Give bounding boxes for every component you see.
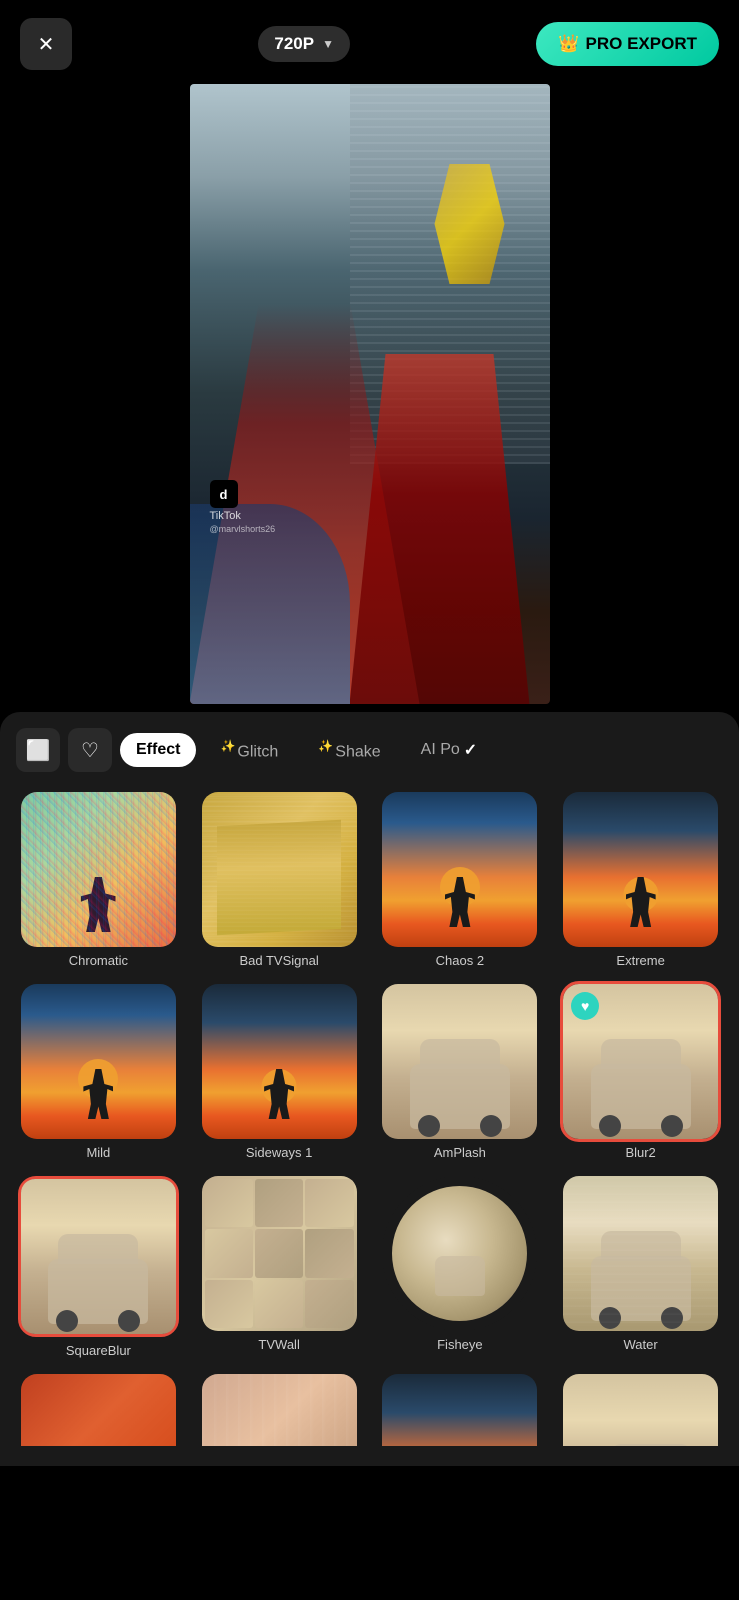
tab-ai-po[interactable]: AI Po ✓ bbox=[405, 732, 494, 768]
effect-partial-2-thumb bbox=[202, 1374, 357, 1446]
effect-chaos2-thumb bbox=[382, 792, 537, 947]
crown-icon: 👑 bbox=[558, 34, 579, 54]
effect-badtvsignal-thumb bbox=[202, 792, 357, 947]
close-icon: ✕ bbox=[38, 32, 55, 57]
pro-export-label: PRO EXPORT bbox=[586, 34, 697, 54]
tab-shake-label: Shake bbox=[335, 743, 380, 760]
effect-chromatic[interactable]: Chromatic bbox=[8, 784, 189, 976]
effect-squareblur-thumb bbox=[21, 1179, 176, 1334]
effect-mild-thumb bbox=[21, 984, 176, 1139]
tiktok-username: @marvlshorts26 bbox=[210, 524, 276, 534]
effects-partial-row bbox=[0, 1366, 739, 1446]
fisheye-lens bbox=[392, 1186, 527, 1321]
effect-extreme-label: Extreme bbox=[616, 953, 664, 968]
effect-sideways1-thumb bbox=[202, 984, 357, 1139]
bottom-panel: ⬜ ♡ Effect ✨Glitch ✨Shake AI Po ✓ Chroma… bbox=[0, 712, 739, 1466]
effect-partial-3-thumb bbox=[382, 1374, 537, 1446]
effect-badtvsignal[interactable]: Bad TVSignal bbox=[189, 784, 370, 976]
effect-fisheye[interactable]: Fisheye bbox=[370, 1168, 551, 1366]
squareblur-van bbox=[48, 1259, 148, 1324]
effect-fisheye-thumb bbox=[382, 1176, 537, 1331]
effect-squareblur[interactable]: SquareBlur bbox=[8, 1168, 189, 1366]
tvwall-grid bbox=[202, 1176, 357, 1331]
tab-effect-label: Effect bbox=[136, 741, 180, 758]
blur2-van-wheel-left bbox=[599, 1115, 621, 1137]
effect-partial-4[interactable] bbox=[550, 1366, 731, 1446]
tiktok-app-name: TikTok bbox=[210, 510, 276, 522]
spiderman-blue-suit bbox=[190, 504, 350, 704]
archive-icon: ⬜ bbox=[26, 738, 51, 763]
amplash-van bbox=[410, 1064, 510, 1129]
effect-extreme[interactable]: Extreme bbox=[550, 784, 731, 976]
effect-squareblur-label: SquareBlur bbox=[66, 1343, 131, 1358]
squareblur-van-wheel-right bbox=[118, 1310, 140, 1332]
blur2-van-wheel-right bbox=[661, 1115, 683, 1137]
squareblur-van-wheel-left bbox=[56, 1310, 78, 1332]
checkmark-icon: ✓ bbox=[464, 740, 477, 760]
chromatic-figure bbox=[81, 877, 116, 932]
heart-icon: ♡ bbox=[81, 738, 99, 763]
partial2-motion-lines bbox=[202, 1374, 357, 1446]
effect-fisheye-label: Fisheye bbox=[437, 1337, 483, 1352]
effects-row-3: SquareBlur TVWall bbox=[0, 1168, 739, 1366]
effect-badtvsignal-label: Bad TVSignal bbox=[239, 953, 318, 968]
effect-extreme-thumb bbox=[563, 792, 718, 947]
squareblur-selected-border bbox=[18, 1176, 179, 1337]
effect-water[interactable]: Water bbox=[550, 1168, 731, 1366]
effect-partial-1-thumb bbox=[21, 1374, 176, 1446]
effect-amplash[interactable]: AmPlash bbox=[370, 976, 551, 1168]
chromatic-overlay bbox=[21, 792, 176, 947]
effect-partial-3[interactable] bbox=[370, 1366, 551, 1446]
effect-tvwall-label: TVWall bbox=[258, 1337, 299, 1352]
effect-sideways1-label: Sideways 1 bbox=[246, 1145, 312, 1160]
effect-mild-label: Mild bbox=[86, 1145, 110, 1160]
amplash-van-wheel-left bbox=[418, 1115, 440, 1137]
tiktok-logo-icon: d bbox=[210, 480, 238, 508]
shake-crown-icon: ✨ bbox=[318, 739, 333, 753]
effect-partial-1[interactable] bbox=[8, 1366, 189, 1446]
heart-filled-icon: ♥ bbox=[581, 998, 589, 1014]
close-button[interactable]: ✕ bbox=[20, 18, 72, 70]
effect-blur2-label: Blur2 bbox=[625, 1145, 655, 1160]
tab-archive[interactable]: ⬜ bbox=[16, 728, 60, 772]
category-tabs: ⬜ ♡ Effect ✨Glitch ✨Shake AI Po ✓ bbox=[0, 712, 739, 784]
effect-chaos2[interactable]: Chaos 2 bbox=[370, 784, 551, 976]
effect-tvwall[interactable]: TVWall bbox=[189, 1168, 370, 1366]
tiktok-watermark: d TikTok @marvlshorts26 bbox=[210, 480, 276, 534]
effect-water-thumb bbox=[563, 1176, 718, 1331]
effects-row-2: Mild Sideways 1 AmPlash ♥ bbox=[0, 976, 739, 1168]
effect-partial-4-thumb bbox=[563, 1374, 718, 1446]
effect-chaos2-label: Chaos 2 bbox=[436, 953, 484, 968]
glitch-crown-icon: ✨ bbox=[220, 739, 235, 753]
effect-blur2-thumb: ♥ bbox=[563, 984, 718, 1139]
effect-partial-2[interactable] bbox=[189, 1366, 370, 1446]
effect-chromatic-label: Chromatic bbox=[69, 953, 128, 968]
tab-ai-po-label: AI Po bbox=[421, 741, 460, 759]
effect-amplash-label: AmPlash bbox=[434, 1145, 486, 1160]
quality-selector[interactable]: 720P ▼ bbox=[258, 26, 350, 62]
fisheye-van bbox=[435, 1256, 485, 1296]
water-ripple-overlay bbox=[563, 1176, 718, 1331]
effect-chromatic-thumb bbox=[21, 792, 176, 947]
effect-sideways1[interactable]: Sideways 1 bbox=[189, 976, 370, 1168]
effect-blur2[interactable]: ♥ Blur2 bbox=[550, 976, 731, 1168]
video-preview: d TikTok @marvlshorts26 bbox=[190, 84, 550, 704]
effect-tvwall-thumb bbox=[202, 1176, 357, 1331]
quality-label: 720P bbox=[274, 34, 314, 54]
pro-export-button[interactable]: 👑 PRO EXPORT bbox=[536, 22, 719, 66]
tab-glitch-label: Glitch bbox=[237, 743, 278, 760]
effect-mild[interactable]: Mild bbox=[8, 976, 189, 1168]
amplash-van-wheel-right bbox=[480, 1115, 502, 1137]
blur2-heart-badge: ♥ bbox=[571, 992, 599, 1020]
tab-effect[interactable]: Effect bbox=[120, 733, 196, 767]
effect-amplash-thumb bbox=[382, 984, 537, 1139]
tab-shake[interactable]: ✨Shake bbox=[302, 731, 396, 769]
top-bar: ✕ 720P ▼ 👑 PRO EXPORT bbox=[0, 0, 739, 80]
quality-arrow-icon: ▼ bbox=[322, 37, 334, 51]
effects-row-1: Chromatic Bad TVSignal Chaos 2 Extreme bbox=[0, 784, 739, 976]
effect-water-label: Water bbox=[624, 1337, 658, 1352]
tab-favorites[interactable]: ♡ bbox=[68, 728, 112, 772]
blur2-van bbox=[591, 1064, 691, 1129]
tab-glitch[interactable]: ✨Glitch bbox=[204, 731, 294, 769]
